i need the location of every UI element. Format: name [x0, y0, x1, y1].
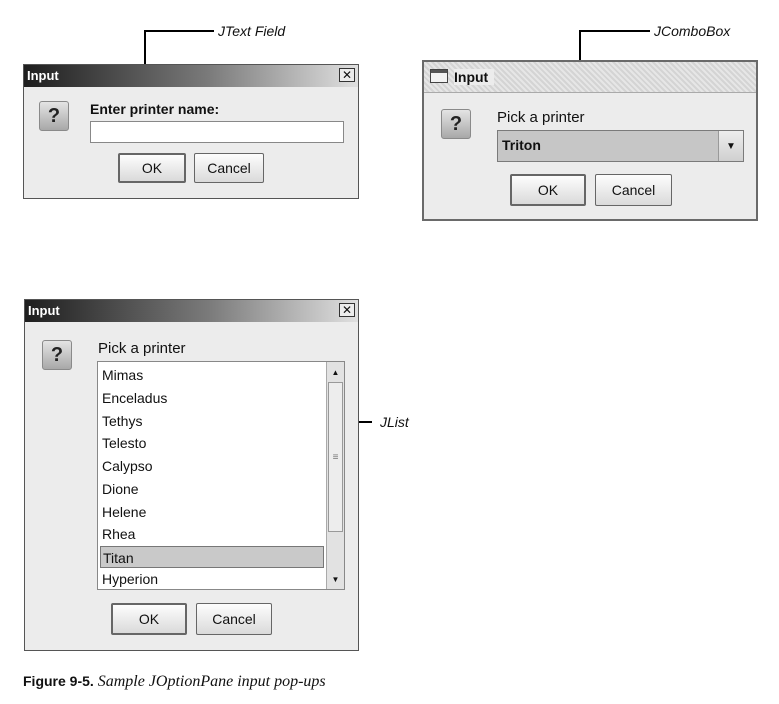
- question-icon: ?: [39, 101, 69, 131]
- list-item[interactable]: Enceladus: [100, 387, 324, 409]
- chevron-down-icon[interactable]: ▼: [718, 131, 743, 161]
- close-icon[interactable]: ✕: [339, 303, 355, 317]
- prompt-label: Pick a printer: [497, 109, 585, 126]
- question-icon: ?: [42, 340, 72, 370]
- list-item[interactable]: Rhea: [100, 523, 324, 545]
- scroll-down-icon[interactable]: ▼: [328, 571, 343, 587]
- list-item[interactable]: Helene: [100, 501, 324, 523]
- list-item[interactable]: Telesto: [100, 432, 324, 454]
- dialog-title: Input: [28, 303, 60, 318]
- list-item[interactable]: Calypso: [100, 455, 324, 477]
- prompt-label: Pick a printer: [98, 340, 186, 357]
- list-item-selected[interactable]: Titan: [100, 546, 324, 568]
- jtextfield-annotation: JText Field: [218, 23, 286, 39]
- ok-button[interactable]: OK: [111, 603, 187, 635]
- figure-label: Figure 9-5.: [23, 673, 94, 689]
- scroll-thumb[interactable]: ≡: [328, 382, 343, 532]
- ok-button[interactable]: OK: [510, 174, 586, 206]
- list-item[interactable]: Dione: [100, 478, 324, 500]
- text-input-dialog: Input ✕ ? Enter printer name: OK Cancel: [23, 64, 359, 199]
- combo-input-dialog: Input ? Pick a printer Triton ▼ OK Cance…: [422, 60, 758, 221]
- dialog-title: Input: [454, 69, 495, 85]
- title-bar[interactable]: Input ✕: [24, 65, 358, 87]
- dialog-title: Input: [27, 68, 59, 83]
- list-item[interactable]: Tethys: [100, 410, 324, 432]
- ok-button[interactable]: OK: [118, 153, 186, 183]
- jcombobox-annotation: JComboBox: [654, 23, 731, 39]
- scroll-up-icon[interactable]: ▲: [328, 364, 343, 380]
- title-bar[interactable]: Input: [424, 62, 756, 93]
- title-bar[interactable]: Input ✕: [25, 300, 358, 322]
- printer-name-input[interactable]: [90, 121, 344, 143]
- selected-value: Triton: [502, 137, 541, 153]
- printer-combobox[interactable]: Triton ▼: [497, 130, 744, 162]
- list-item[interactable]: Mimas: [100, 364, 324, 386]
- question-icon: ?: [441, 109, 471, 139]
- prompt-label: Enter printer name:: [90, 101, 220, 117]
- figure-caption: Figure 9-5. Sample JOptionPane input pop…: [23, 673, 326, 691]
- printer-list[interactable]: Mimas Enceladus Tethys Telesto Calypso D…: [97, 361, 345, 590]
- jlist-annotation: JList: [380, 414, 409, 430]
- cancel-button[interactable]: Cancel: [595, 174, 672, 206]
- list-scrollbar[interactable]: ▲ ≡ ▼: [326, 362, 344, 589]
- figure-caption-text: Sample JOptionPane input pop-ups: [97, 673, 326, 690]
- close-icon[interactable]: ✕: [339, 68, 355, 82]
- list-item[interactable]: Hyperion: [100, 568, 324, 590]
- window-icon: [430, 69, 448, 83]
- cancel-button[interactable]: Cancel: [196, 603, 272, 635]
- cancel-button[interactable]: Cancel: [194, 153, 264, 183]
- list-input-dialog: Input ✕ ? Pick a printer Mimas Enceladus…: [24, 299, 359, 651]
